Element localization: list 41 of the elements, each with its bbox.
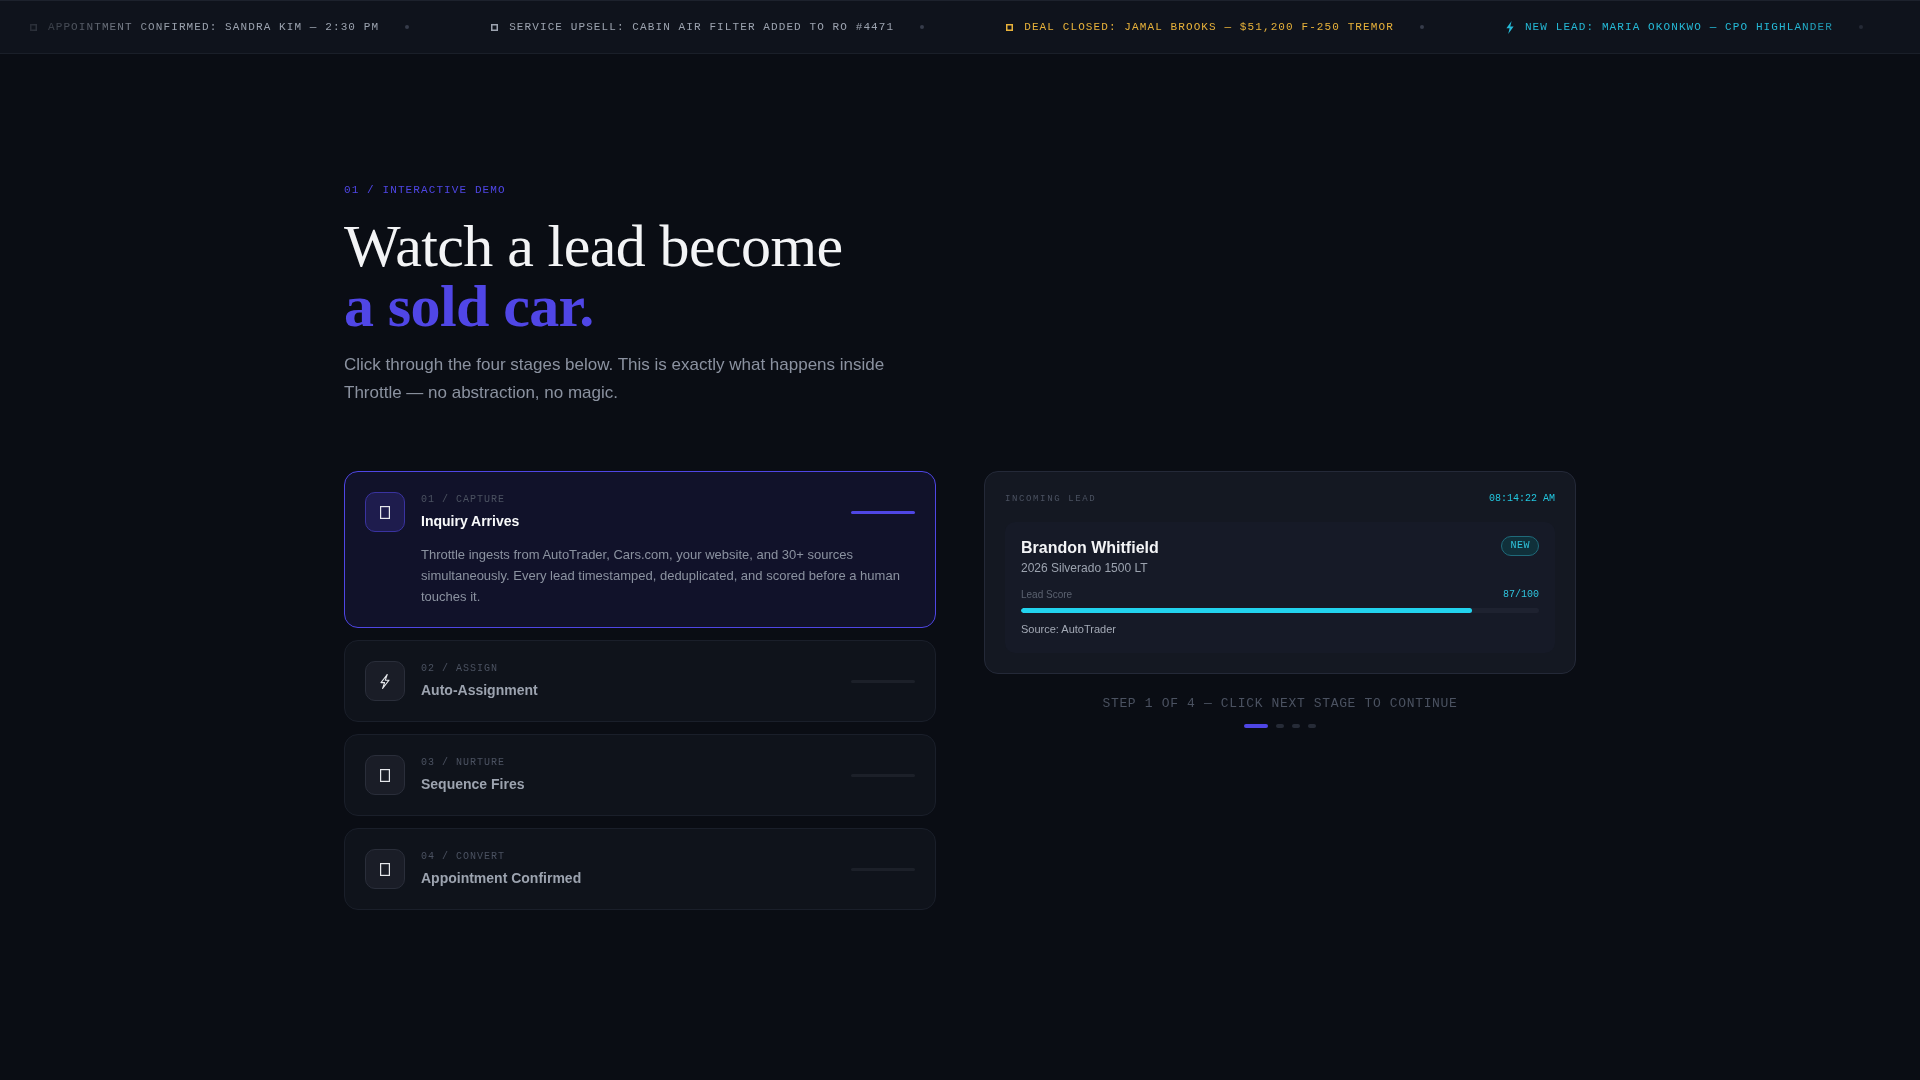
stage-label: 04 / CONVERT: [421, 850, 506, 864]
step-caption: STEP 1 OF 4 — CLICK NEXT STAGE TO CONTINUE: [1101, 696, 1459, 712]
stage-card[interactable]: 04 / CONVERT Appointment Confirmed: [344, 828, 936, 910]
stage-title: Sequence Fires: [421, 775, 525, 794]
rectangle-icon: [365, 492, 405, 532]
separator-dot-icon: [405, 25, 410, 29]
section-heading: Watch a lead become a sold car.: [344, 216, 844, 336]
stage-description: Throttle ingests from AutoTrader, Cars.com, your website, and 30+ sources simultaneously. Every lead timestamped, deduplicated, and scored before a human touches it.: [421, 546, 901, 606]
lead-name: Brandon Whitfield: [1021, 538, 1159, 558]
ticker-text: NEW LEAD: MARIA OKONKWO — CPO HIGHLANDER: [1524, 20, 1833, 35]
square-icon: [491, 23, 499, 31]
stage-card[interactable]: 03 / NURTURE Sequence Fires: [344, 734, 936, 816]
panel-header: INCOMING LEAD: [1005, 493, 1097, 506]
stage-label: 03 / NURTURE: [421, 756, 506, 770]
stage-title: Appointment Confirmed: [421, 869, 582, 888]
lead-source: Source: AutoTrader: [1021, 622, 1117, 637]
section-subtitle: Click through the four stages below. This is exactly what happens inside Throttle — no abstraction, no magic.: [344, 354, 886, 404]
stage-label: 01 / CAPTURE: [421, 493, 506, 507]
rectangle-icon: [365, 849, 405, 889]
lightning-bolt-icon: [365, 661, 405, 701]
stage-card[interactable]: 01 / CAPTURE Inquiry Arrives Throttle ingests from AutoTrader, Cars.com, your website, and 30+ sources simultaneously. Every lead timestamped, deduplicated, and scored before a human touches it.: [344, 471, 936, 628]
score-value: 87/100: [1503, 588, 1539, 602]
lightning-bolt-icon: [1505, 20, 1514, 34]
ticker-text: SERVICE UPSELL: CABIN AIR FILTER ADDED TO RO #4471: [509, 20, 895, 35]
rectangle-icon: [365, 755, 405, 795]
status-badge: NEW: [1501, 536, 1539, 556]
ticker-text: APPOINTMENT CONFIRMED: SANDRA KIM — 2:30 PM: [48, 20, 380, 35]
stage-label: 02 / ASSIGN: [421, 662, 499, 676]
vehicle-name: 2026 Silverado 1500 LT: [1021, 560, 1149, 576]
section-eyebrow: 01 / INTERACTIVE DEMO: [344, 183, 507, 198]
ticker-text: DEAL CLOSED: JAMAL BROOKS — $51,200 F-250 TREMOR: [1024, 20, 1394, 35]
stage-title: Inquiry Arrives: [421, 512, 520, 531]
stage-card[interactable]: 02 / ASSIGN Auto-Assignment: [344, 640, 936, 722]
square-icon: [1006, 23, 1014, 31]
score-label: Lead Score: [1021, 588, 1073, 602]
timestamp: 08:14:22 AM: [1489, 492, 1555, 506]
separator-dot-icon: [1419, 25, 1424, 29]
stage-title: Auto-Assignment: [421, 681, 538, 700]
stage-indicator-line: [851, 510, 915, 514]
square-icon: [30, 23, 37, 31]
separator-dot-icon: [920, 25, 925, 29]
